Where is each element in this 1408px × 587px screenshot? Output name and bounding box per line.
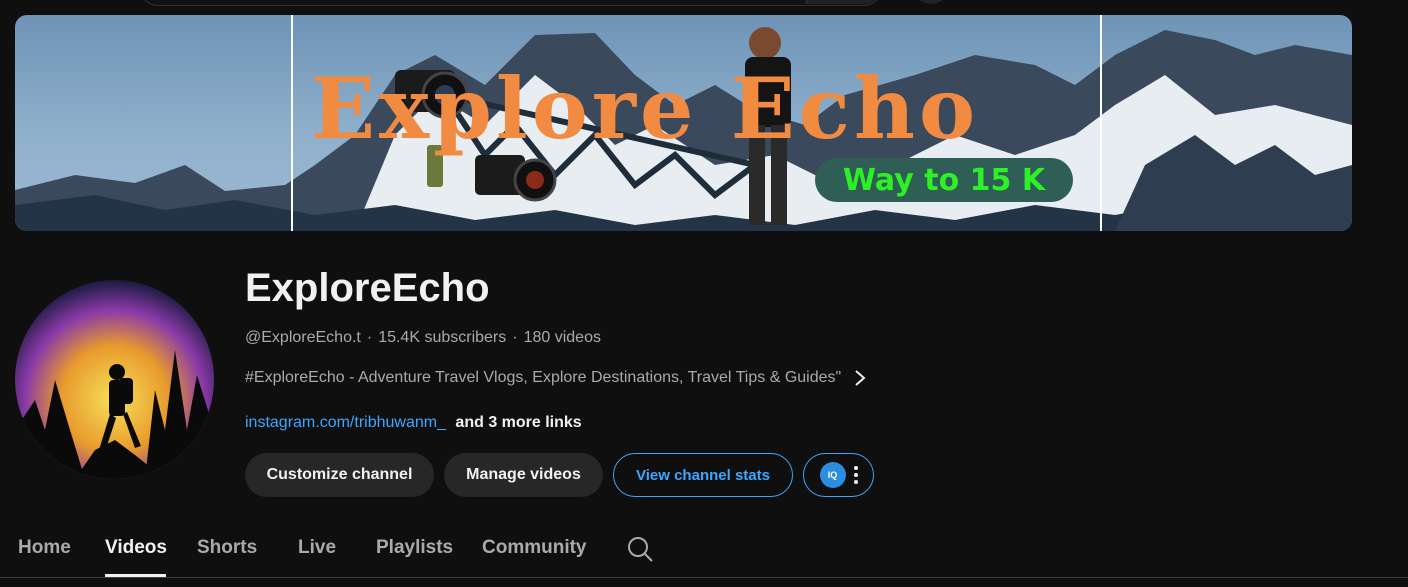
extension-menu-button[interactable]: IQ xyxy=(803,453,874,497)
extension-logo-icon: IQ xyxy=(819,462,846,488)
camera-icon-2 xyxy=(475,155,557,202)
banner-safe-area-line xyxy=(291,15,293,231)
more-links-button[interactable]: and 3 more links xyxy=(455,414,581,431)
avatar-image xyxy=(15,280,214,479)
tab-home[interactable]: Home xyxy=(18,537,71,559)
meta-separator: · xyxy=(366,329,373,346)
search-box[interactable] xyxy=(140,0,882,6)
extension-badge-text: IQ xyxy=(827,470,838,480)
channel-meta: @ExploreEcho.t · 15.4K subscribers · 180… xyxy=(245,329,601,347)
meta-separator: · xyxy=(512,329,518,346)
channel-name: ExploreEcho xyxy=(245,266,490,310)
chevron-right-icon[interactable] xyxy=(853,369,867,387)
active-tab-indicator xyxy=(105,574,166,577)
tab-videos[interactable]: Videos xyxy=(105,537,167,559)
channel-avatar[interactable] xyxy=(15,280,214,479)
tab-playlists[interactable]: Playlists xyxy=(376,537,453,559)
video-count: 180 videos xyxy=(523,329,601,346)
banner-pill: Way to 15 K xyxy=(815,158,1073,202)
search-icon[interactable] xyxy=(626,535,654,563)
channel-banner: Explore Echo Way to 15 K xyxy=(15,15,1352,231)
banner-title: Explore Echo xyxy=(311,59,979,158)
manage-videos-button[interactable]: Manage videos xyxy=(444,453,603,497)
tab-live[interactable]: Live xyxy=(298,537,336,559)
more-vert-icon[interactable] xyxy=(853,466,858,484)
channel-description-text[interactable]: #ExploreEcho - Adventure Travel Vlogs, E… xyxy=(245,369,841,387)
channel-description[interactable]: #ExploreEcho - Adventure Travel Vlogs, E… xyxy=(245,369,867,387)
banner-safe-area-line xyxy=(1100,15,1102,231)
view-channel-stats-button[interactable]: View channel stats xyxy=(613,453,793,497)
instagram-link[interactable]: instagram.com/tribhuwanm_ xyxy=(245,414,446,431)
channel-handle: @ExploreEcho.t xyxy=(245,329,361,346)
voice-search-button[interactable] xyxy=(912,0,950,4)
banner-pill-text: Way to 15 K xyxy=(842,162,1046,198)
tab-shorts[interactable]: Shorts xyxy=(197,537,257,559)
tab-community[interactable]: Community xyxy=(482,537,587,559)
channel-links: instagram.com/tribhuwanm_ and 3 more lin… xyxy=(245,414,582,432)
subscriber-count: 15.4K subscribers xyxy=(378,329,507,346)
customize-channel-button[interactable]: Customize channel xyxy=(245,453,434,497)
top-bar xyxy=(0,0,1408,6)
channel-tabs: Home Videos Shorts Live Playlists Commun… xyxy=(0,520,1408,578)
